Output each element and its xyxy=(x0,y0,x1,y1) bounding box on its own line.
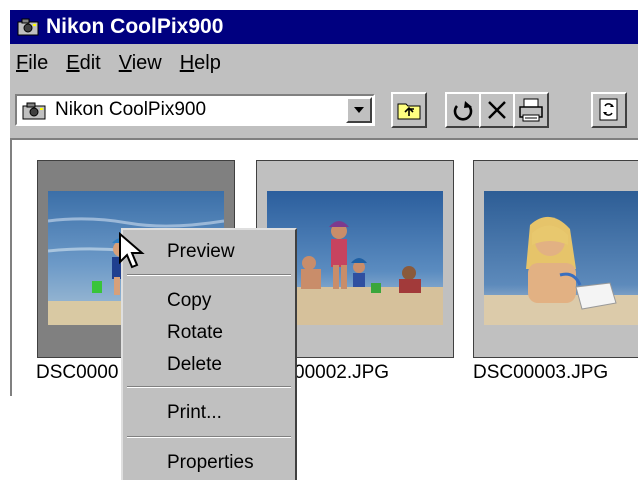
menu-separator xyxy=(127,386,291,388)
delete-button[interactable] xyxy=(479,92,515,128)
menu-edit[interactable]: Edit xyxy=(66,52,100,75)
menu-file[interactable]: File xyxy=(16,52,48,75)
source-dropdown-value: Nikon CoolPix900 xyxy=(55,99,207,120)
context-menu: Preview Copy Rotate Delete Print... Prop… xyxy=(121,228,297,480)
thumbnail-caption: 00002.JPG xyxy=(294,362,390,383)
context-menu-print[interactable]: Print... xyxy=(167,402,222,424)
rotate-icon xyxy=(453,101,473,121)
menu-separator xyxy=(127,436,291,438)
rotate-button[interactable] xyxy=(445,92,481,128)
menu-bar: File Edit View Help xyxy=(10,46,638,80)
print-button[interactable] xyxy=(513,92,549,128)
menu-view[interactable]: View xyxy=(119,52,162,75)
context-menu-delete[interactable]: Delete xyxy=(167,354,222,376)
source-dropdown[interactable]: Nikon CoolPix900 xyxy=(15,94,375,126)
delete-icon xyxy=(488,101,506,119)
camera-app-icon xyxy=(17,18,39,36)
context-menu-properties[interactable]: Properties xyxy=(167,452,254,474)
up-folder-button[interactable] xyxy=(391,92,427,128)
toolbar: Nikon CoolPix900 xyxy=(10,88,638,132)
context-menu-rotate[interactable]: Rotate xyxy=(167,322,223,344)
mouse-pointer-icon xyxy=(119,232,145,269)
up-folder-icon xyxy=(397,103,421,120)
properties-icon xyxy=(599,98,618,121)
thumbnail-dsc00003[interactable] xyxy=(473,160,638,358)
context-menu-preview[interactable]: Preview xyxy=(167,241,235,263)
chevron-down-icon xyxy=(354,107,364,113)
print-icon xyxy=(519,98,543,122)
window-title: Nikon CoolPix900 xyxy=(46,15,224,38)
thumbnail-pane[interactable]: DSC0000 00002.JPG DSC00003.JPG xyxy=(10,138,638,396)
context-menu-copy[interactable]: Copy xyxy=(167,290,211,312)
properties-button[interactable] xyxy=(591,92,627,128)
dropdown-arrow-button[interactable] xyxy=(346,97,372,123)
menu-separator xyxy=(127,274,291,276)
thumbnail-image-girl-reading xyxy=(484,191,638,325)
camera-icon xyxy=(22,102,46,120)
menu-help[interactable]: Help xyxy=(180,52,221,75)
app-window: Nikon CoolPix900 File Edit View Help Nik… xyxy=(10,10,638,396)
title-bar[interactable]: Nikon CoolPix900 xyxy=(10,10,638,44)
thumbnail-caption: DSC0000 xyxy=(36,362,119,383)
thumbnail-caption: DSC00003.JPG xyxy=(473,362,609,383)
